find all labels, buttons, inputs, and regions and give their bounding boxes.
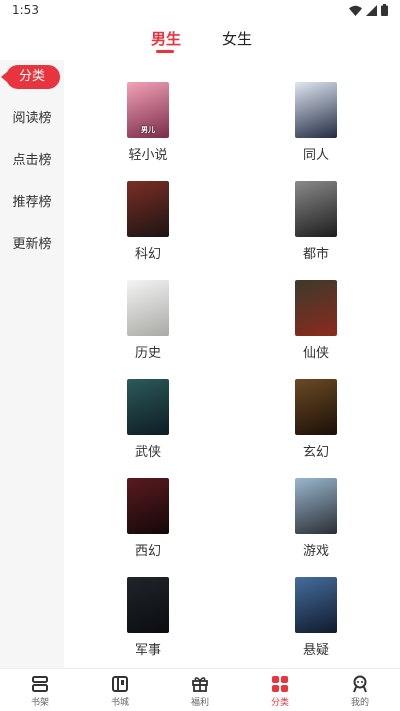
rank-item-update[interactable]: 更新榜 (0, 232, 64, 258)
book-cover (295, 82, 337, 138)
category-label: 武侠 (134, 445, 161, 460)
bottom-navigation: 书架 书城 福利 分类 我的 (0, 668, 400, 711)
status-icons (349, 4, 388, 16)
category-item[interactable]: 同人 (232, 82, 400, 181)
category-label: 玄幻 (302, 445, 329, 460)
rank-item-read[interactable]: 阅读榜 (0, 106, 64, 132)
tab-female[interactable]: 女生 (222, 28, 252, 49)
category-label: 西幻 (134, 544, 161, 559)
tab-indicator (156, 50, 174, 53)
nav-bookshelf[interactable]: 书架 (10, 673, 70, 711)
nav-label: 书架 (30, 698, 49, 708)
category-item[interactable]: 游戏 (232, 478, 400, 577)
nav-label: 我的 (350, 698, 369, 708)
gift-icon (192, 677, 208, 692)
category-item[interactable]: 西幻 (64, 478, 232, 577)
status-bar: 1:53 (0, 0, 400, 22)
category-label: 科幻 (134, 247, 161, 262)
category-item[interactable]: 玄幻 (232, 379, 400, 478)
status-time: 1:53 (12, 3, 39, 17)
book-cover (295, 379, 337, 435)
profile-icon (353, 675, 367, 693)
category-item[interactable]: 历史 (64, 280, 232, 379)
gender-tabs: 男生 女生 (0, 26, 400, 56)
book-cover (295, 181, 337, 237)
category-label: 游戏 (302, 544, 329, 559)
category-item[interactable]: 军事 (64, 577, 232, 676)
category-item[interactable]: 仙侠 (232, 280, 400, 379)
category-label: 军事 (134, 643, 161, 658)
category-label: 轻小说 (128, 148, 168, 163)
wifi-icon (349, 5, 362, 16)
rank-item-category[interactable]: 分类 (0, 64, 64, 90)
category-label: 都市 (302, 247, 329, 262)
category-item[interactable]: 科幻 (64, 181, 232, 280)
nav-category[interactable]: 分类 (250, 673, 310, 711)
tab-male[interactable]: 男生 (151, 28, 181, 49)
rank-item-click[interactable]: 点击榜 (0, 148, 64, 174)
nav-label: 书城 (110, 698, 129, 708)
category-label: 悬疑 (302, 643, 329, 658)
book-cover (295, 478, 337, 534)
battery-icon (381, 4, 388, 16)
rank-sidebar: 分类 阅读榜 点击榜 推荐榜 更新榜 (0, 60, 64, 668)
book-cover (127, 181, 169, 237)
book-cover (295, 280, 337, 336)
nav-bookstore[interactable]: 书城 (90, 673, 150, 711)
category-item[interactable]: 都市 (232, 181, 400, 280)
category-label: 仙侠 (302, 346, 329, 361)
category-icon (272, 676, 288, 692)
nav-profile[interactable]: 我的 (330, 673, 390, 711)
rank-item-recommend[interactable]: 推荐榜 (0, 190, 64, 216)
book-cover (127, 577, 169, 633)
category-item[interactable]: 男儿 轻小说 (64, 82, 232, 181)
book-cover: 男儿 (127, 82, 169, 138)
book-cover (127, 280, 169, 336)
cover-title: 男儿 (141, 126, 155, 134)
book-cover (127, 379, 169, 435)
signal-icon (366, 4, 377, 16)
nav-label: 分类 (270, 698, 289, 708)
nav-welfare[interactable]: 福利 (170, 673, 230, 711)
book-cover (295, 577, 337, 633)
category-grid: 男儿 轻小说 同人 科幻 都市 历史 仙侠 武侠 玄幻 西幻 游戏 军事 悬疑 (64, 60, 400, 668)
bookshelf-icon (32, 676, 48, 692)
book-cover (127, 478, 169, 534)
category-item[interactable]: 武侠 (64, 379, 232, 478)
category-item[interactable]: 悬疑 (232, 577, 400, 676)
nav-label: 福利 (190, 698, 209, 708)
category-label: 同人 (302, 148, 329, 163)
category-label: 历史 (134, 346, 161, 361)
bookstore-icon (112, 676, 128, 692)
